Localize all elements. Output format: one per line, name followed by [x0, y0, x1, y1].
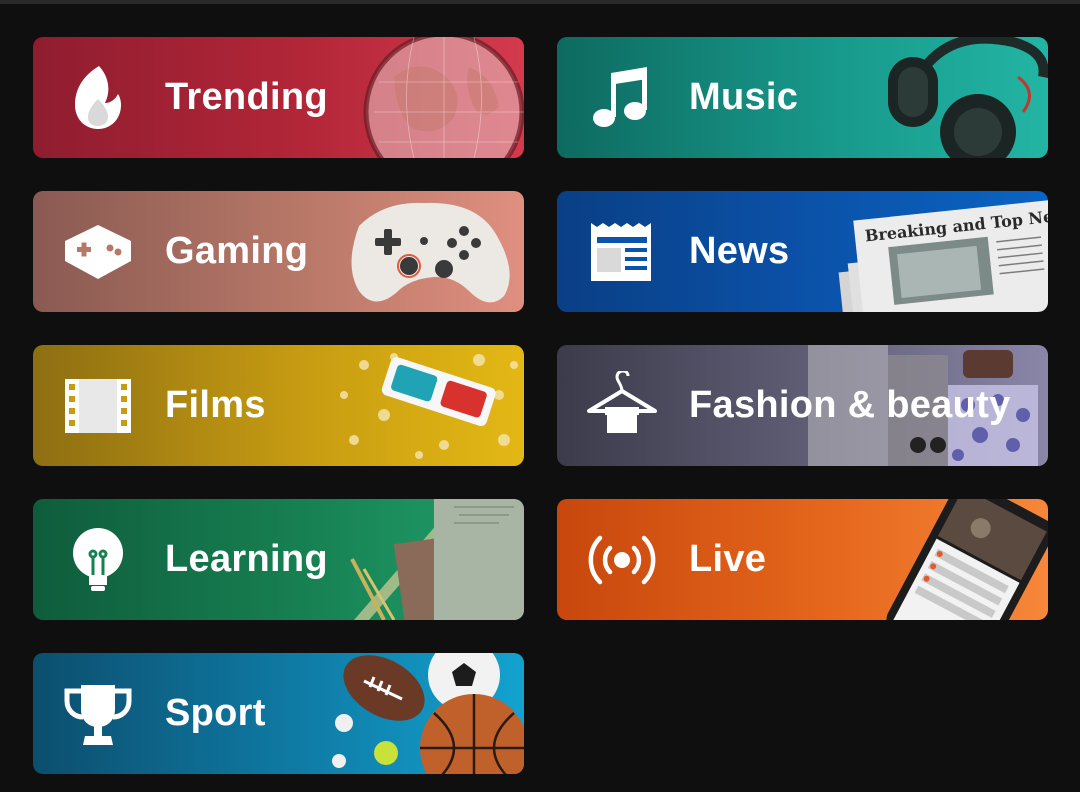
category-label: News: [689, 230, 790, 272]
popcorn-3d-glasses-illustration: [340, 353, 518, 459]
category-tile-films[interactable]: Films: [33, 345, 524, 466]
newspaper-illustration: Breaking and Top News: [838, 199, 1048, 312]
live-broadcast-icon: [588, 535, 656, 585]
trophy-icon: [64, 685, 132, 745]
category-label: Sport: [165, 692, 266, 734]
globe-illustration: [363, 37, 524, 158]
category-tile-sport[interactable]: Sport: [33, 653, 524, 774]
category-label: Music: [689, 76, 799, 118]
music-note-icon: [593, 67, 647, 127]
notebook-pencils-illustration: [350, 499, 524, 620]
category-tile-learning[interactable]: Learning: [33, 499, 524, 620]
lightbulb-icon: [73, 528, 123, 591]
top-edge-bar: [0, 0, 1080, 4]
category-tile-live[interactable]: Live: [557, 499, 1048, 620]
category-label: Learning: [165, 538, 328, 580]
game-controller-illustration: [351, 202, 510, 303]
category-tile-music[interactable]: Music: [557, 37, 1048, 158]
sports-balls-illustration: [332, 653, 524, 774]
category-tile-trending[interactable]: Trending: [33, 37, 524, 158]
category-tile-gaming[interactable]: Gaming: [33, 191, 524, 312]
category-label: Trending: [165, 76, 328, 118]
category-label: Fashion & beauty: [689, 384, 1011, 426]
newspaper-icon: [591, 223, 651, 281]
hanger-icon: [587, 371, 657, 433]
category-label: Live: [689, 538, 767, 580]
smartphone-illustration: [886, 499, 1048, 620]
trending-flame-icon: [75, 66, 121, 129]
category-tile-news[interactable]: Breaking and Top News News: [557, 191, 1048, 312]
category-label: Gaming: [165, 230, 309, 272]
film-strip-icon: [65, 379, 131, 433]
category-label: Films: [165, 384, 266, 426]
gamepad-icon: [65, 225, 131, 279]
category-tile-fashion-beauty[interactable]: Fashion & beauty: [557, 345, 1048, 466]
headphones-illustration: [888, 37, 1048, 158]
